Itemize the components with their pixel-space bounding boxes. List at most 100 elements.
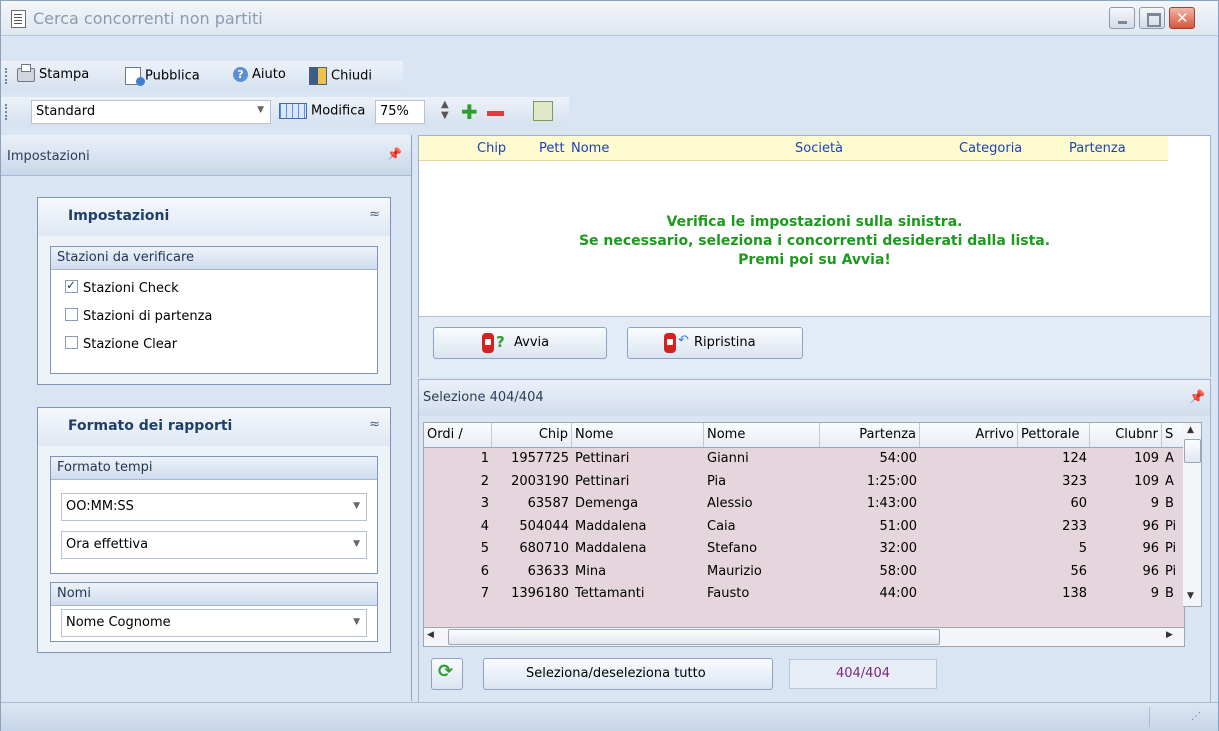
col-last-name[interactable]: Nome: [572, 423, 704, 447]
close-window-button[interactable]: [1169, 7, 1195, 29]
print-label: Stampa: [39, 67, 90, 82]
col-pett[interactable]: Pett: [539, 141, 565, 156]
names-select[interactable]: Nome Cognome ▼: [61, 609, 367, 637]
scroll-down-icon[interactable]: ▼: [1187, 591, 1194, 601]
start-icon: [482, 333, 494, 353]
close-button[interactable]: Chiudi: [309, 67, 372, 85]
print-button[interactable]: Stampa: [17, 63, 90, 82]
zoom-spinner[interactable]: ▲ ▼: [441, 99, 449, 121]
maximize-button[interactable]: [1139, 7, 1165, 29]
zoom-field[interactable]: 75%: [375, 100, 425, 124]
chevron-down-icon: ▼: [353, 617, 360, 627]
col-start[interactable]: Partenza: [820, 423, 920, 447]
competitors-grid[interactable]: Ordi / Chip Nome Nome Partenza Arrivo Pe…: [423, 422, 1185, 629]
names-box: Nomi Nome Cognome ▼: [50, 582, 378, 642]
publish-button[interactable]: Pubblica: [125, 67, 200, 86]
status-divider: [1149, 707, 1150, 727]
col-chip[interactable]: Chip: [477, 141, 506, 156]
table-row[interactable]: 6 63633 Mina Maurizio 58:00 56 96 Pi: [424, 561, 1184, 583]
table-cell: 1957725: [511, 451, 569, 466]
time-mode-select[interactable]: Ora effettiva ▼: [61, 531, 367, 559]
checkbox-clear-station[interactable]: Stazione Clear: [65, 336, 177, 352]
layout-toolbar: Standard ▼ Modifica 75% ▲ ▼ ✚: [1, 97, 569, 127]
plus-icon[interactable]: ✚: [461, 100, 478, 124]
settings-group-header[interactable]: Impostazioni ≈: [38, 198, 390, 236]
minus-icon[interactable]: [487, 111, 504, 116]
refresh-icon: ⟳: [438, 661, 454, 682]
toggle-all-button[interactable]: Seleziona/deseleziona tutto: [483, 658, 773, 690]
table-cell: Maddalena: [575, 518, 647, 534]
checkbox-checked-icon: [65, 278, 78, 293]
col-s[interactable]: S: [1162, 423, 1184, 447]
col-first-name[interactable]: Nome: [704, 423, 820, 447]
minimize-button[interactable]: [1109, 7, 1135, 29]
scroll-right-icon[interactable]: ▶: [1166, 630, 1173, 640]
checkbox-unchecked-icon: [65, 336, 78, 349]
col-partenza[interactable]: Partenza: [1069, 141, 1126, 156]
checkbox-start-stations[interactable]: Stazioni di partenza: [65, 308, 212, 324]
report-format-group-header[interactable]: Formato dei rapporti ≈: [38, 408, 390, 446]
help-button[interactable]: ? Aiuto: [233, 67, 286, 82]
horizontal-scroll-thumb[interactable]: [448, 629, 940, 645]
pin-icon[interactable]: 📌: [1189, 390, 1205, 405]
collapse-icon[interactable]: ≈: [369, 207, 380, 222]
resize-grip-icon[interactable]: ⋰: [1191, 711, 1201, 722]
checkbox-check-stations[interactable]: Stazioni Check: [65, 278, 179, 296]
col-categoria[interactable]: Categoria: [959, 141, 1022, 156]
table-cell: 233: [1062, 518, 1087, 534]
col-bib[interactable]: Pettorale: [1018, 423, 1090, 447]
collapse-icon[interactable]: ≈: [369, 417, 380, 432]
results-panel: Chip Pett Nome Società Categoria Partenz…: [418, 135, 1211, 377]
horizontal-scrollbar[interactable]: ◀ ▶: [423, 627, 1185, 647]
settings-group-title: Impostazioni: [68, 208, 170, 224]
toolbar-grip-2[interactable]: [5, 104, 10, 120]
status-bar: ⋰: [1, 702, 1218, 731]
table-cell: Pi: [1165, 518, 1177, 534]
table-cell: 58:00: [879, 563, 917, 579]
table-cell: 96: [1142, 518, 1159, 534]
scroll-left-icon[interactable]: ◀: [427, 630, 434, 640]
table-cell: 109: [1134, 473, 1159, 489]
names-header: Nomi: [57, 586, 91, 601]
edit-layout-button[interactable]: Modifica: [279, 103, 365, 119]
chevron-down-icon: ▼: [257, 105, 264, 115]
table-row[interactable]: 5 680710 Maddalena Stefano 32:00 5 96 Pi: [424, 538, 1184, 560]
table-row[interactable]: 1 1957725 Pettinari Gianni 54:00 124 109 A: [424, 448, 1184, 470]
table-cell: Demenga: [575, 496, 639, 511]
checkbox-label: Stazione Clear: [83, 337, 178, 352]
col-arrival[interactable]: Arrivo: [920, 423, 1018, 447]
table-cell: Alessio: [707, 496, 753, 511]
toolbar-grip[interactable]: [5, 68, 10, 84]
col-societa[interactable]: Società: [795, 141, 843, 156]
refresh-grid-icon[interactable]: [533, 101, 553, 121]
table-cell: [920, 583, 1018, 605]
refresh-button[interactable]: ⟳: [431, 658, 463, 690]
stations-header: Stazioni da verificare: [57, 250, 195, 265]
col-nome[interactable]: Nome: [571, 141, 609, 156]
vertical-scroll-thumb[interactable]: [1184, 439, 1201, 463]
pin-icon[interactable]: 📌: [387, 147, 402, 161]
table-row[interactable]: 2 2003190 Pettinari Pia 1:25:00 323 109 A: [424, 471, 1184, 493]
selection-panel: Selezione 404/404 📌 Ordi / Chip Nome Nom…: [418, 379, 1211, 703]
grid-header: Ordi / Chip Nome Nome Partenza Arrivo Pe…: [424, 423, 1184, 448]
start-button[interactable]: ? Avvia: [433, 327, 607, 359]
vertical-scrollbar[interactable]: ▲ ▼: [1183, 422, 1202, 607]
time-format-select[interactable]: OO:MM:SS ▼: [61, 493, 367, 521]
table-cell: 1396180: [511, 586, 569, 601]
question-mark-icon: ?: [496, 333, 505, 351]
table-row[interactable]: 4 504044 Maddalena Caia 51:00 233 96 Pi: [424, 516, 1184, 538]
table-cell: 44:00: [879, 586, 917, 601]
table-cell: 1:43:00: [866, 496, 917, 511]
table-cell: B: [1165, 496, 1174, 511]
scroll-up-icon[interactable]: ▲: [1187, 425, 1194, 435]
table-row[interactable]: 7 1396180 Tettamanti Fausto 44:00 138 9 B: [424, 583, 1184, 605]
col-chip[interactable]: Chip: [492, 423, 572, 447]
table-row[interactable]: 3 63587 Demenga Alessio 1:43:00 60 9 B: [424, 493, 1184, 515]
col-order[interactable]: Ordi /: [424, 423, 492, 447]
settings-group: Impostazioni ≈ Stazioni da verificare St…: [37, 197, 391, 385]
reset-button[interactable]: ↶ Ripristina: [627, 327, 803, 359]
main-window: Cerca concorrenti non partiti Stampa Pub…: [0, 0, 1219, 731]
table-cell: [920, 493, 1018, 515]
col-club[interactable]: Clubnr: [1090, 423, 1162, 447]
layout-select[interactable]: Standard ▼: [31, 100, 271, 124]
